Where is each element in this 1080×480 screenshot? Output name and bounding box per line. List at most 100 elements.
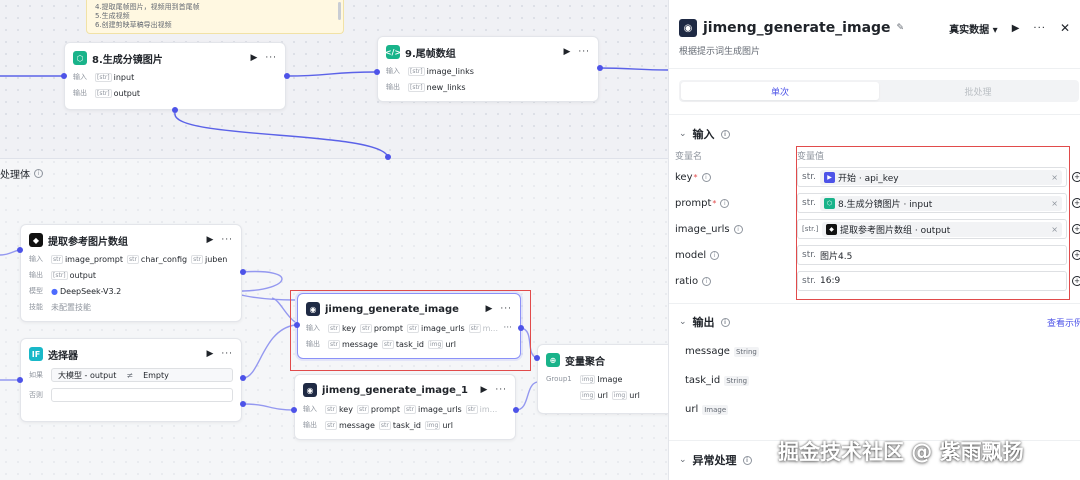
port-in[interactable] (374, 69, 380, 75)
info-icon[interactable]: i (733, 224, 743, 234)
value-field-image-urls[interactable]: [str.] ◆ 提取参考图片数组 · output × (797, 219, 1067, 239)
port-in[interactable] (294, 322, 300, 328)
port-out[interactable] (284, 73, 290, 79)
note-line: 6.创建剪映草稿导出视频 (95, 21, 172, 29)
info-icon[interactable]: i (720, 198, 730, 208)
add-circle-icon[interactable]: + (1072, 198, 1080, 208)
run-icon[interactable]: ▶ (485, 304, 492, 314)
else-field[interactable] (51, 388, 233, 402)
more-icon[interactable]: ··· (500, 304, 512, 314)
run-icon[interactable]: ▶ (250, 53, 257, 63)
chevron-down-icon[interactable]: ⌄ (679, 129, 687, 139)
info-icon[interactable]: i (702, 276, 712, 286)
view-sample-link[interactable]: 查看示例 (1047, 316, 1080, 329)
value-field-ratio[interactable]: str. 16:9 (797, 271, 1067, 291)
port-in[interactable] (534, 355, 540, 361)
more-icon[interactable]: ··· (503, 323, 512, 333)
input-chip: str key (328, 323, 356, 333)
ref-chip[interactable]: ◆ 提取参考图片数组 · output × (822, 221, 1062, 237)
add-circle-icon[interactable]: + (1072, 250, 1080, 260)
value-field-prompt[interactable]: str. ⬡ 8.生成分镜图片 · input × (797, 193, 1067, 213)
node-title: 9.尾帧数组 (405, 48, 456, 60)
run-icon[interactable]: ▶ (563, 47, 570, 57)
port-in[interactable] (291, 407, 297, 413)
add-circle-icon[interactable]: + (1072, 172, 1080, 182)
chevron-down-icon[interactable]: ⌄ (679, 317, 687, 327)
info-icon[interactable]: i (720, 129, 730, 139)
run-icon[interactable]: ▶ (206, 349, 213, 359)
close-icon[interactable]: ✕ (1060, 21, 1070, 35)
tab-single[interactable]: 单次 (681, 82, 879, 100)
sticky-note[interactable]: 4.提取尾帧图片，视频用到首尾帧 5.生成视频 6.创建剪映草稿导出视频 (86, 0, 344, 34)
more-icon[interactable]: ··· (265, 53, 277, 63)
llm-icon: ◆ (29, 233, 43, 247)
more-icon[interactable]: ··· (495, 385, 507, 395)
plugin-icon: ◉ (303, 383, 317, 397)
node-title: jimeng_generate_image_1 (322, 384, 468, 396)
node-storyboard[interactable]: ⬡ 8.生成分镜图片 ▶ ··· 输入 [str] input 输出 [str] o… (64, 42, 286, 110)
port-out[interactable] (240, 401, 246, 407)
node-variable-aggregate[interactable]: ⊕ 变量聚合 Group1 img Image img url img url (537, 344, 668, 414)
info-icon[interactable]: i (34, 169, 43, 178)
var-prompt: prompt * i (675, 193, 730, 213)
info-icon[interactable]: i (742, 455, 752, 465)
run-icon[interactable]: ▶ (1012, 23, 1020, 34)
input-chip: str prompt (359, 323, 404, 333)
port-in[interactable] (385, 154, 391, 160)
node-tailframes[interactable]: </> 9.尾帧数组 ▶ ··· 输入 [str] image_links 输出 … (377, 36, 599, 102)
error-section-header[interactable]: ⌄ 异常处理 i (679, 452, 752, 468)
clear-icon[interactable]: × (1051, 225, 1058, 234)
port-in[interactable] (17, 377, 23, 383)
node-jimeng-generate-image-1[interactable]: ◉ jimeng_generate_image_1 ▶ ··· 输入 str ke… (294, 374, 516, 440)
port-out[interactable] (240, 375, 246, 381)
workflow-canvas[interactable]: 处理体 i 4.提取尾帧图片，视频用到首尾帧 5.生成视频 6.创建剪映草稿导出… (0, 0, 668, 480)
port-out[interactable] (597, 65, 603, 71)
node-selector[interactable]: IF 选择器 ▶ ··· 如果 大模型 - output ≠ Empty 否则 (20, 338, 242, 422)
value-field-model[interactable]: str. 图片4.5 (797, 245, 1067, 265)
node-extract-images[interactable]: ◆ 提取参考图片数组 ▶ ··· 输入 str image_prompt str c… (20, 224, 242, 322)
port-out[interactable] (172, 107, 178, 113)
run-icon[interactable]: ▶ (480, 385, 487, 395)
more-icon[interactable]: ··· (578, 47, 590, 57)
more-icon[interactable]: ··· (221, 235, 233, 245)
plugin-icon: ◉ (679, 19, 697, 37)
node-jimeng-generate-image[interactable]: ◉ jimeng_generate_image ▶ ··· 输入 str key … (297, 293, 521, 359)
data-mode-select[interactable]: 真实数据 ▾ (949, 21, 998, 36)
output-chip: str message (328, 339, 378, 349)
tab-batch[interactable]: 批处理 (879, 82, 1077, 100)
plugin-icon: ◉ (306, 302, 320, 316)
port-out[interactable] (518, 325, 524, 331)
output-chip: img url (428, 339, 456, 349)
output-chip: str message (325, 420, 375, 430)
chevron-down-icon[interactable]: ⌄ (679, 455, 687, 465)
clear-icon[interactable]: × (1051, 173, 1058, 182)
add-circle-icon[interactable]: + (1072, 224, 1080, 234)
port-in[interactable] (17, 247, 23, 253)
run-icon[interactable]: ▶ (206, 235, 213, 245)
info-icon[interactable]: i (701, 172, 711, 182)
ref-chip[interactable]: ▶ 开始 · api_key × (820, 169, 1062, 185)
info-icon[interactable]: i (720, 317, 730, 327)
condition-field[interactable]: 大模型 - output ≠ Empty (51, 368, 233, 382)
input-chip: str m... (468, 323, 499, 333)
input-section-header[interactable]: ⌄ 输入 i (679, 126, 730, 142)
more-icon[interactable]: ··· (221, 349, 233, 359)
port-out[interactable] (240, 269, 246, 275)
input-chip: str juben (191, 254, 228, 264)
add-circle-icon[interactable]: + (1072, 276, 1080, 286)
port-in[interactable] (61, 73, 67, 79)
value-field-key[interactable]: str. ▶ 开始 · api_key × (797, 167, 1067, 187)
more-icon[interactable]: ··· (1033, 23, 1046, 34)
note-scrollbar[interactable] (338, 2, 341, 20)
mode-tabs: 单次 批处理 (679, 80, 1079, 102)
edit-icon[interactable]: ✎ (897, 23, 905, 33)
port-out[interactable] (513, 407, 519, 413)
output-section-header[interactable]: ⌄ 输出 i (679, 314, 730, 330)
ref-chip[interactable]: ⬡ 8.生成分镜图片 · input × (820, 195, 1062, 211)
skill-chip: 未配置技能 (51, 302, 91, 312)
aggregate-item: img Image (580, 374, 623, 384)
info-icon[interactable]: i (710, 250, 720, 260)
output-chip: [str] output (51, 270, 97, 280)
node-config-panel: ◉ jimeng_generate_image ✎ 真实数据 ▾ ▶ ··· ✕… (668, 0, 1080, 480)
clear-icon[interactable]: × (1051, 199, 1058, 208)
